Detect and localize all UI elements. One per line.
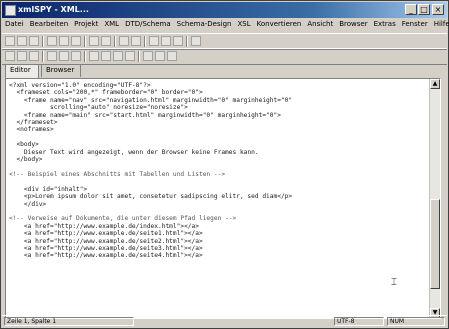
toolbar-separator	[84, 36, 86, 47]
validate-icon[interactable]	[161, 36, 171, 46]
toolbar-separator	[84, 51, 86, 62]
code-line: <a href="http://www.example.de/seite1.ht…	[9, 230, 203, 238]
menu-item-7[interactable]: Konvertieren	[254, 19, 305, 29]
toolbar-separator	[138, 51, 140, 62]
status-numlock: NUM	[387, 317, 445, 326]
toolbar-separator	[144, 36, 146, 47]
save-icon[interactable]	[29, 36, 39, 46]
list-icon[interactable]	[101, 51, 111, 61]
maximize-button[interactable]: □	[418, 4, 430, 15]
menu-item-2[interactable]: Projekt	[71, 19, 101, 29]
code-line: <frame name="nav" src="navigation.html" …	[9, 96, 293, 104]
replace-icon[interactable]	[131, 36, 141, 46]
undo-icon[interactable]	[89, 36, 99, 46]
menu-item-4[interactable]: DTD/Schema	[122, 19, 174, 29]
title-bar[interactable]: xmlSPY - XML... _ □ ×	[2, 2, 447, 18]
close-button[interactable]: ×	[432, 4, 444, 15]
scroll-thumb[interactable]	[430, 199, 440, 289]
code-line: <!-- Verweise auf Dokumente, die unter d…	[9, 215, 237, 223]
tab-strip: Editor Browser	[3, 64, 446, 78]
code-line: Dieser Text wird angezeigt, wenn der Bro…	[9, 148, 259, 156]
code-line: <frameset cols="200,*" frameborder="0" b…	[9, 89, 203, 97]
help-icon[interactable]	[191, 36, 201, 46]
code-line: </div>	[9, 200, 47, 208]
code-line: <body>	[9, 141, 39, 149]
menu-item-10[interactable]: Extras	[371, 19, 399, 29]
toolbar-separator	[42, 36, 44, 47]
outdent-icon[interactable]	[59, 51, 69, 61]
bold-icon[interactable]	[5, 51, 15, 61]
code-editor[interactable]: <?xml version="1.0" encoding="UTF-8"?> <…	[5, 78, 441, 319]
menu-item-12[interactable]: Hilfe	[431, 19, 449, 29]
code-line: <?xml version="1.0" encoding="UTF-8"?>	[9, 82, 151, 89]
transform-icon[interactable]	[173, 36, 183, 46]
app-icon	[5, 5, 16, 16]
scroll-up-icon[interactable]: ▲	[430, 79, 440, 89]
code-line: <frame name="main" src="start.html" marg…	[9, 111, 281, 119]
vertical-scrollbar[interactable]: ▲ ▼	[429, 79, 440, 318]
copy-icon[interactable]	[59, 36, 69, 46]
table-icon[interactable]	[89, 51, 99, 61]
menu-item-8[interactable]: Ansicht	[304, 19, 336, 29]
menu-item-5[interactable]: Schema-Design	[174, 19, 235, 29]
code-line: <p>Lorem ipsum dolor sit amet, consetetu…	[9, 193, 293, 201]
cut-icon[interactable]	[47, 36, 57, 46]
status-bar: Zeile 1, Spalte 1 UTF-8 NUM	[2, 315, 447, 327]
comment-icon[interactable]	[71, 51, 81, 61]
grid-view-icon[interactable]	[143, 51, 153, 61]
code-line: <a href="http://www.example.de/index.htm…	[9, 222, 199, 230]
tab-browser[interactable]: Browser	[41, 64, 81, 77]
code-line: <a href="http://www.example.de/seite2.ht…	[9, 237, 203, 245]
menu-item-3[interactable]: XML	[101, 19, 122, 29]
redo-icon[interactable]	[101, 36, 111, 46]
code-line: <!-- Beispiel eines Abschnitts mit Tabel…	[9, 170, 226, 178]
browser-view-icon[interactable]	[167, 51, 177, 61]
toolbar-markup	[2, 48, 447, 65]
code-line: <div id="inhalt">	[9, 185, 88, 193]
app-window: xmlSPY - XML... _ □ × Datei Bearbeiten Pro…	[0, 0, 449, 329]
code-line: </frameset>	[9, 119, 58, 127]
indent-icon[interactable]	[47, 51, 57, 61]
minimize-button[interactable]: _	[405, 4, 417, 15]
image-icon[interactable]	[125, 51, 135, 61]
code-line: </body>	[9, 156, 43, 164]
window-title: xmlSPY - XML...	[18, 5, 89, 14]
code-text[interactable]: <?xml version="1.0" encoding="UTF-8"?> <…	[9, 82, 428, 260]
toolbar-separator	[114, 36, 116, 47]
underline-icon[interactable]	[29, 51, 39, 61]
menu-item-6[interactable]: XSL	[234, 19, 253, 29]
link-icon[interactable]	[113, 51, 123, 61]
text-cursor-icon: ⌶	[391, 277, 397, 288]
toolbar-separator	[42, 51, 44, 62]
menu-item-0[interactable]: Datei	[2, 19, 27, 29]
status-encoding: UTF-8	[334, 317, 384, 326]
menu-bar: Datei Bearbeiten Projekt XML DTD/Schema Schem…	[2, 19, 449, 32]
open-file-icon[interactable]	[17, 36, 27, 46]
italic-icon[interactable]	[17, 51, 27, 61]
tab-editor[interactable]: Editor	[5, 64, 39, 78]
code-line: <noframes>	[9, 126, 54, 134]
menu-item-9[interactable]: Browser	[336, 19, 370, 29]
find-icon[interactable]	[119, 36, 129, 46]
paste-icon[interactable]	[71, 36, 81, 46]
check-wellformed-icon[interactable]	[149, 36, 159, 46]
new-file-icon[interactable]	[5, 36, 15, 46]
toolbar-separator	[186, 36, 188, 47]
status-position: Zeile 1, Spalte 1	[4, 317, 134, 326]
code-line: scrolling="auto" noresize="noresize">	[9, 104, 188, 112]
menu-item-11[interactable]: Fenster	[399, 19, 431, 29]
text-view-icon[interactable]	[155, 51, 165, 61]
menu-item-1[interactable]: Bearbeiten	[27, 19, 71, 29]
code-line: <a href="http://www.example.de/seite3.ht…	[9, 244, 203, 252]
code-line: <a href="http://www.example.de/seite4.ht…	[9, 252, 203, 260]
